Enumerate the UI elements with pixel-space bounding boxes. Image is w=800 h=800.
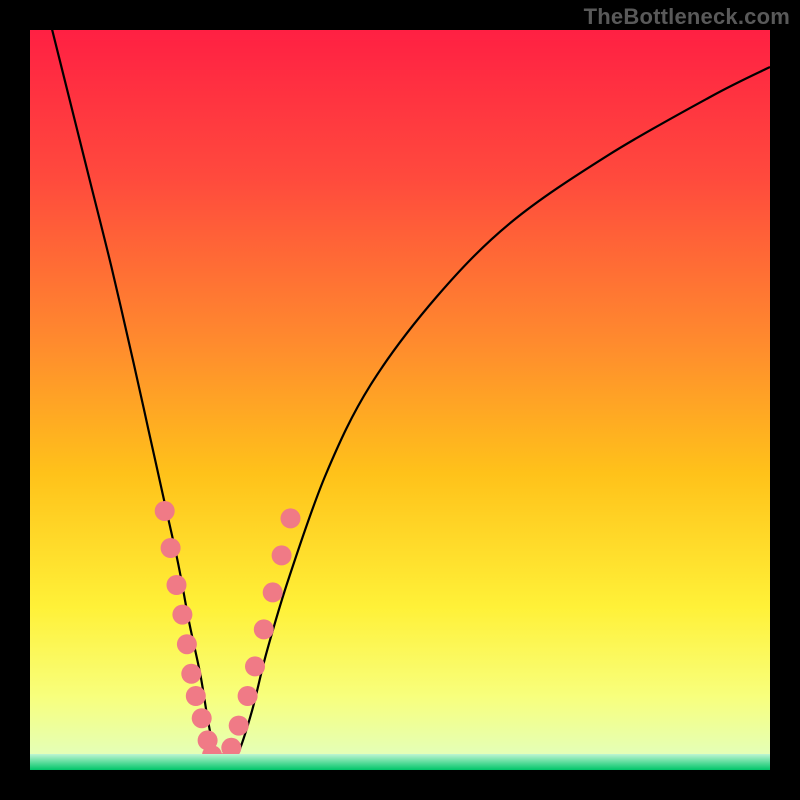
data-dot [167, 575, 187, 595]
data-dot [229, 716, 249, 736]
data-dots [30, 30, 770, 770]
data-dot [272, 545, 292, 565]
data-dot [254, 619, 274, 639]
data-dot [172, 605, 192, 625]
chart-frame: TheBottleneck.com [0, 0, 800, 800]
plot-area [30, 30, 770, 770]
data-dot [155, 501, 175, 521]
data-dot [245, 656, 265, 676]
data-dot [186, 686, 206, 706]
data-dot [177, 634, 197, 654]
data-dot [181, 664, 201, 684]
watermark-text: TheBottleneck.com [584, 4, 790, 30]
data-dot [238, 686, 258, 706]
data-dot [192, 708, 212, 728]
data-dot [281, 508, 301, 528]
green-strip [30, 754, 770, 770]
data-dot [161, 538, 181, 558]
data-dot [263, 582, 283, 602]
